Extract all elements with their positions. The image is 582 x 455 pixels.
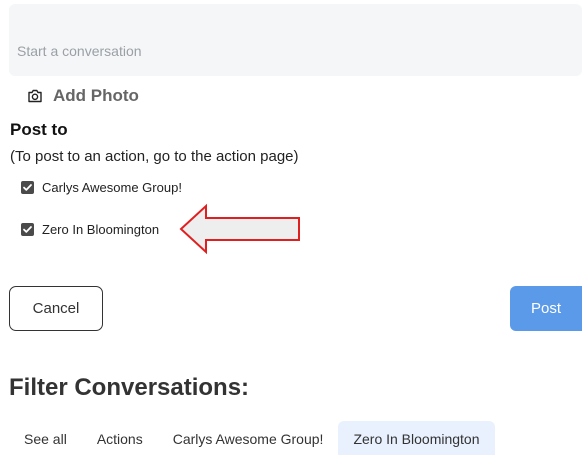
filter-conversations-heading: Filter Conversations: [9, 374, 250, 401]
group-checkbox-zero-in-bloomington[interactable]: Zero In Bloomington [21, 222, 159, 237]
checkmark-icon [23, 184, 32, 191]
group-checkbox-carlys-awesome-group[interactable]: Carlys Awesome Group! [21, 180, 182, 195]
add-photo-button[interactable]: Add Photo [27, 86, 139, 106]
post-to-heading: Post to [10, 120, 68, 139]
checkbox-checked[interactable] [21, 181, 34, 194]
cancel-button[interactable]: Cancel [9, 286, 103, 331]
group-label: Zero In Bloomington [42, 222, 160, 237]
conversation-input[interactable] [9, 4, 582, 76]
tab-actions[interactable]: Actions [82, 421, 158, 455]
filter-tabs: See all Actions Carlys Awesome Group! Ze… [9, 421, 495, 455]
post-button[interactable]: Post [510, 286, 582, 331]
red-arrow-annotation-icon [179, 203, 300, 255]
add-photo-label: Add Photo [53, 86, 139, 105]
post-to-hint: (To post to an action, go to the action … [10, 148, 299, 165]
checkmark-icon [23, 226, 32, 233]
conversation-composer [9, 4, 582, 76]
tab-carlys-awesome-group[interactable]: Carlys Awesome Group! [158, 421, 339, 455]
checkbox-checked[interactable] [21, 223, 34, 236]
tab-zero-in-bloomington[interactable]: Zero In Bloomington [338, 421, 495, 455]
camera-icon [28, 89, 42, 103]
group-label: Carlys Awesome Group! [42, 180, 182, 195]
tab-see-all[interactable]: See all [9, 421, 82, 455]
